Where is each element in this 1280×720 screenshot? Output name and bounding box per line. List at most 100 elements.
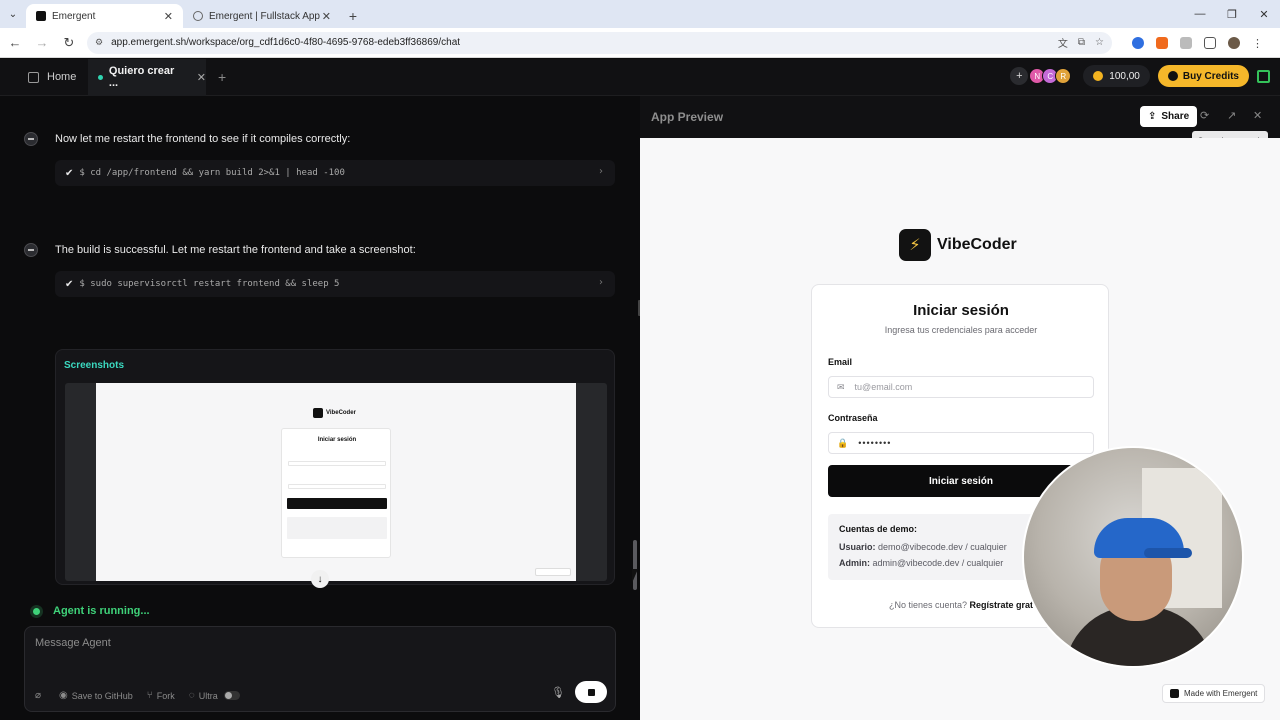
home-tab[interactable]: Home: [0, 59, 88, 96]
preview-header: App Preview ⇪ Share ⟳ ↗ ✕: [640, 96, 1280, 138]
tab-search-icon[interactable]: ⌄: [0, 0, 26, 28]
scroll-down-button[interactable]: ↓: [311, 570, 329, 588]
avatar: R: [1055, 68, 1072, 84]
globe-icon: [193, 11, 203, 21]
window-controls: — ❐ ✕: [1184, 0, 1280, 28]
thumb-brand: VibeCoder: [313, 408, 356, 418]
browser-menu-icon[interactable]: ⋮: [1252, 37, 1263, 50]
close-window-icon[interactable]: ✕: [1248, 0, 1280, 28]
buy-credits-button[interactable]: Buy Credits: [1157, 65, 1249, 87]
spreadsheet-icon[interactable]: [1257, 69, 1270, 83]
password-field[interactable]: 🔒 ••••••••: [828, 432, 1094, 454]
back-icon[interactable]: ←: [3, 31, 27, 55]
save-to-github-button[interactable]: ◉ Save to GitHub: [59, 690, 133, 701]
screenshot-thumbnail[interactable]: VibeCoder Iniciar sesión: [96, 383, 576, 581]
chevron-right-icon: ›: [599, 166, 603, 177]
translate-icon[interactable]: 文: [1058, 35, 1068, 50]
agent-message: The build is successful. Let me restart …: [24, 243, 416, 257]
lock-icon: 🔒: [837, 437, 849, 448]
thumb-made-with-badge: [535, 568, 571, 576]
screenshot-viewer[interactable]: VibeCoder Iniciar sesión: [65, 383, 607, 581]
chat-panel: Now let me restart the frontend to see i…: [0, 96, 640, 720]
share-button[interactable]: ⇪ Share: [1140, 106, 1198, 127]
webcam-cap-visor: [1144, 548, 1192, 558]
chat-scrollbar[interactable]: [633, 96, 638, 720]
demo-user-line: Usuario: demo@vibecode.dev / cualquier: [839, 542, 1007, 552]
install-app-icon[interactable]: ⧉: [1078, 37, 1085, 48]
stop-icon: [587, 688, 595, 696]
emergent-logo-icon: [1170, 689, 1179, 698]
github-icon: ◉: [59, 690, 68, 701]
email-label: Email: [828, 357, 853, 367]
browser-tab-emergent[interactable]: Emergent ✕: [26, 4, 183, 28]
invite-plus-button[interactable]: +: [1010, 67, 1029, 85]
collaborator-avatars[interactable]: N C R: [1029, 68, 1072, 84]
composer-tools: ⌀ ◉ Save to GitHub ⑂ Fork ◌ Ultra: [35, 690, 254, 701]
lightning-icon: ⚡: [899, 229, 931, 261]
agent-message: Now let me restart the frontend to see i…: [24, 132, 350, 146]
new-tab-button[interactable]: +: [341, 4, 365, 28]
site-info-icon[interactable]: ⚙: [95, 37, 103, 48]
refresh-icon[interactable]: ⟳: [1200, 109, 1209, 122]
maximize-icon[interactable]: ❐: [1216, 0, 1248, 28]
stop-agent-button[interactable]: [575, 681, 607, 703]
close-preview-icon[interactable]: ✕: [1253, 109, 1262, 122]
share-icon: ⇪: [1148, 111, 1157, 122]
bookmark-star-icon[interactable]: ☆: [1095, 37, 1104, 48]
coin-icon: [1093, 71, 1104, 81]
mouse-cursor-icon: [632, 569, 644, 583]
ultra-icon: ◌: [188, 690, 195, 701]
check-icon: ✔: [65, 167, 74, 179]
extension-blue-icon[interactable]: [1132, 36, 1144, 49]
signup-link[interactable]: Regístrate grat: [970, 600, 1034, 610]
extensions-area: ⋮: [1126, 36, 1263, 50]
close-tab-icon[interactable]: ✕: [164, 10, 173, 23]
check-icon: ✔: [65, 278, 74, 290]
command-step[interactable]: ✔ $ cd /app/frontend && yarn build 2>&1 …: [55, 160, 615, 186]
message-input[interactable]: Message Agent: [35, 637, 111, 649]
demo-admin-line: Admin: admin@vibecode.dev / cualquier: [839, 558, 1004, 568]
thumb-demo-box: [287, 517, 387, 539]
thumb-login-card: Iniciar sesión: [281, 428, 391, 558]
running-indicator-icon: [33, 607, 40, 615]
agent-avatar-icon: [24, 243, 38, 257]
ultra-switch[interactable]: [223, 691, 240, 700]
close-task-tab-icon[interactable]: ✕: [197, 71, 206, 84]
close-tab-icon[interactable]: ✕: [322, 10, 331, 23]
thumb-email-field: [288, 461, 386, 466]
address-bar: ← → ↻ ⚙ app.emergent.sh/workspace/org_cd…: [0, 28, 1280, 58]
extensions-puzzle-icon[interactable]: [1204, 36, 1216, 49]
minimize-icon[interactable]: —: [1184, 0, 1216, 28]
extension-camera-icon[interactable]: [1180, 36, 1192, 49]
app-top-bar: Home Quiero crear ... ✕ + + N C R 100,00…: [0, 58, 1280, 96]
email-field[interactable]: ✉ tu@email.com: [828, 376, 1094, 398]
password-label: Contraseña: [828, 413, 878, 423]
status-dot-icon: [98, 74, 103, 80]
attach-button[interactable]: ⌀: [35, 690, 45, 701]
credits-balance[interactable]: 100,00: [1083, 65, 1150, 87]
agent-avatar-icon: [24, 132, 38, 146]
webcam-overlay: [1022, 446, 1244, 668]
made-with-emergent-badge[interactable]: Made with Emergent: [1162, 684, 1266, 703]
fork-button[interactable]: ⑂ Fork: [147, 690, 175, 701]
browser-tab-strip: ⌄ Emergent ✕ Emergent | Fullstack App ✕ …: [0, 0, 1280, 28]
fork-icon: ⑂: [146, 690, 153, 701]
login-title: Iniciar sesión: [913, 302, 1009, 319]
open-external-icon[interactable]: ↗: [1227, 109, 1236, 122]
profile-avatar[interactable]: [1228, 36, 1240, 49]
url-input[interactable]: ⚙ app.emergent.sh/workspace/org_cdf1d6c0…: [87, 31, 1112, 54]
command-step[interactable]: ✔ $ sudo supervisorctl restart frontend …: [55, 271, 615, 297]
message-composer: Message Agent ⌀ ◉ Save to GitHub ⑂ Fork ◌ U…: [24, 626, 616, 712]
extension-orange-icon[interactable]: [1156, 36, 1168, 49]
reload-icon[interactable]: ↻: [57, 31, 81, 55]
browser-tab-fullstack[interactable]: Emergent | Fullstack App ✕: [183, 4, 341, 28]
preview-title: App Preview: [651, 110, 724, 124]
add-task-tab-button[interactable]: +: [218, 69, 226, 85]
screenshots-title: Screenshots: [64, 360, 125, 371]
thumb-logo-icon: [313, 408, 323, 418]
paperclip-icon: ⌀: [35, 690, 42, 701]
ultra-toggle[interactable]: ◌ Ultra: [189, 690, 240, 701]
forward-icon[interactable]: →: [30, 31, 54, 55]
task-tab[interactable]: Quiero crear ... ✕: [88, 58, 206, 96]
microphone-icon[interactable]: 🎙: [551, 686, 565, 699]
